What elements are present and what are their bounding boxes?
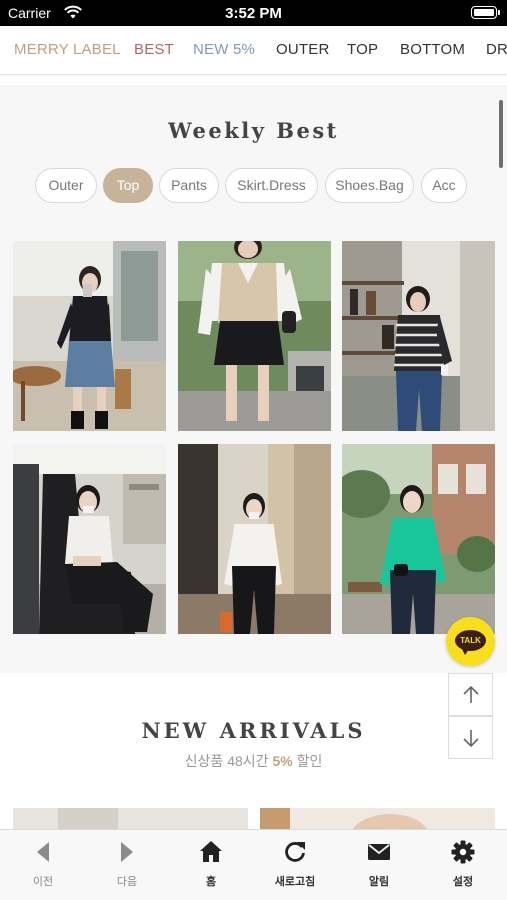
status-time: 3:52 PM	[225, 5, 282, 22]
gear-icon	[451, 840, 475, 864]
tab-acc[interactable]: Acc	[421, 168, 467, 203]
subtitle-text: 신상품 48시간	[184, 753, 269, 769]
back-button[interactable]: 이전	[1, 830, 85, 900]
new-arrivals-title: NEW ARRIVALS	[141, 718, 366, 743]
product-photo-6[interactable]	[342, 444, 495, 634]
back-arrow-icon	[37, 842, 49, 862]
scroll-up-button[interactable]	[448, 673, 493, 716]
back-label: 이전	[32, 876, 54, 888]
arrival-photo-2[interactable]	[260, 808, 495, 830]
settings-label: 설정	[452, 876, 474, 888]
product-photo-5[interactable]	[178, 444, 331, 634]
product-photo-1[interactable]	[13, 241, 166, 431]
forward-arrow-icon	[121, 842, 133, 862]
tab-outer[interactable]: Outer	[35, 168, 97, 203]
arrival-photo-1[interactable]	[13, 808, 248, 830]
refresh-icon	[285, 842, 305, 862]
category-nav: MERRY LABEL BEST NEW 5% OUTER TOP BOTTOM…	[0, 26, 507, 75]
new-arrivals-subtitle: 신상품 48시간 5% 할인	[0, 751, 507, 771]
product-photo-3[interactable]	[342, 241, 495, 431]
bottom-toolbar: 이전 다음 홈 새로고침 알림 설정	[0, 829, 507, 900]
nav-dress-partial[interactable]: DR	[486, 41, 507, 58]
app-screen: Carrier 3:52 PM MERRY LABEL BEST NEW 5% …	[0, 0, 507, 900]
product-photo-4[interactable]	[13, 444, 166, 634]
nav-merry-label[interactable]: MERRY LABEL	[14, 41, 121, 58]
nav-best[interactable]: BEST	[134, 41, 174, 58]
refresh-label: 새로고침	[274, 876, 316, 888]
tab-top[interactable]: Top	[103, 168, 153, 203]
battery-icon	[471, 6, 500, 19]
status-bar: Carrier 3:52 PM	[0, 0, 507, 26]
settings-button[interactable]: 설정	[421, 830, 505, 900]
talk-bubble-icon: TALK	[455, 630, 486, 655]
refresh-button[interactable]: 새로고침	[253, 830, 337, 900]
kakao-talk-button[interactable]: TALK	[446, 617, 495, 666]
notification-label: 알림	[368, 876, 390, 888]
forward-label: 다음	[116, 876, 138, 888]
tab-shoes-bag[interactable]: Shoes.Bag	[325, 168, 414, 203]
subtitle-discount: 5%	[272, 753, 293, 769]
nav-top[interactable]: TOP	[347, 41, 378, 58]
home-icon	[200, 841, 222, 862]
home-button[interactable]: 홈	[169, 830, 253, 900]
tab-pants[interactable]: Pants	[159, 168, 219, 203]
nav-new[interactable]: NEW 5%	[193, 41, 255, 58]
weekly-best-title: Weekly Best	[168, 118, 339, 143]
subtitle-text-end: 할인	[296, 753, 323, 769]
arrow-up-icon	[463, 685, 479, 703]
nav-bottom[interactable]: BOTTOM	[400, 41, 465, 58]
tab-skirt-dress[interactable]: Skirt.Dress	[225, 168, 318, 203]
home-label: 홈	[205, 876, 217, 888]
forward-button[interactable]: 다음	[85, 830, 169, 900]
mail-icon	[368, 844, 390, 860]
nav-outer[interactable]: OUTER	[276, 41, 330, 58]
product-photo-2[interactable]	[178, 241, 331, 431]
notification-button[interactable]: 알림	[337, 830, 421, 900]
